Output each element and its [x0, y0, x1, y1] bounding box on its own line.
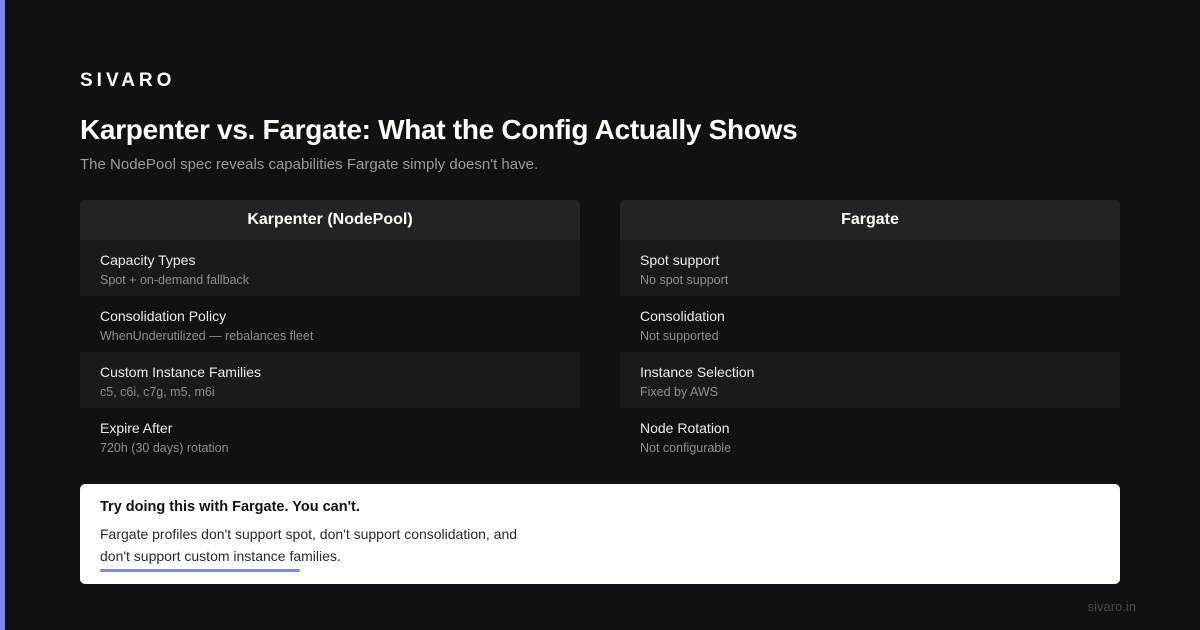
callout-underline	[100, 569, 300, 572]
karpenter-column: Karpenter (NodePool) Capacity Types Spot…	[80, 200, 580, 464]
brand-logo: SIVARO	[80, 70, 176, 91]
page-title: Karpenter vs. Fargate: What the Config A…	[80, 114, 798, 145]
row-label: Spot support	[640, 252, 720, 268]
comparison-row: Capacity Types Spot + on-demand fallback	[80, 240, 580, 296]
comparison-row: Spot support No spot support	[620, 240, 1120, 296]
row-label: Expire After	[100, 420, 173, 436]
footer-domain: sivaro.in	[1087, 599, 1136, 614]
row-value: Spot + on-demand fallback	[100, 273, 250, 287]
row-label: Consolidation	[640, 308, 725, 324]
row-label: Capacity Types	[100, 252, 196, 268]
row-value: Not supported	[640, 329, 719, 343]
row-label: Consolidation Policy	[100, 308, 227, 324]
callout-body: Fargate profiles don't support spot, don…	[100, 526, 518, 564]
comparison-row: Consolidation Policy WhenUnderutilized —…	[80, 296, 580, 352]
row-value: WhenUnderutilized — rebalances fleet	[100, 329, 314, 343]
row-value: Not configurable	[640, 441, 732, 455]
comparison-row: Expire After 720h (30 days) rotation	[80, 408, 580, 464]
column-header: Karpenter (NodePool)	[80, 200, 580, 240]
row-value: No spot support	[640, 273, 729, 287]
row-value: 720h (30 days) rotation	[100, 441, 229, 455]
callout-title: Try doing this with Fargate. You can't.	[100, 499, 360, 515]
comparison-row: Custom Instance Families c5, c6i, c7g, m…	[80, 352, 580, 408]
fargate-column: Fargate Spot support No spot support Con…	[620, 200, 1120, 464]
comparison-row: Consolidation Not supported	[620, 296, 1120, 352]
row-value: c5, c6i, c7g, m5, m6i	[100, 385, 215, 399]
comparison-row: Node Rotation Not configurable	[620, 408, 1120, 464]
page-subtitle: The NodePool spec reveals capabilities F…	[80, 156, 539, 173]
row-label: Custom Instance Families	[100, 364, 262, 380]
comparison-row: Instance Selection Fixed by AWS	[620, 352, 1120, 408]
row-label: Instance Selection	[640, 364, 755, 380]
row-value: Fixed by AWS	[640, 385, 719, 399]
accent-bar	[0, 0, 5, 630]
column-header: Fargate	[620, 200, 1120, 240]
row-label: Node Rotation	[640, 420, 730, 436]
